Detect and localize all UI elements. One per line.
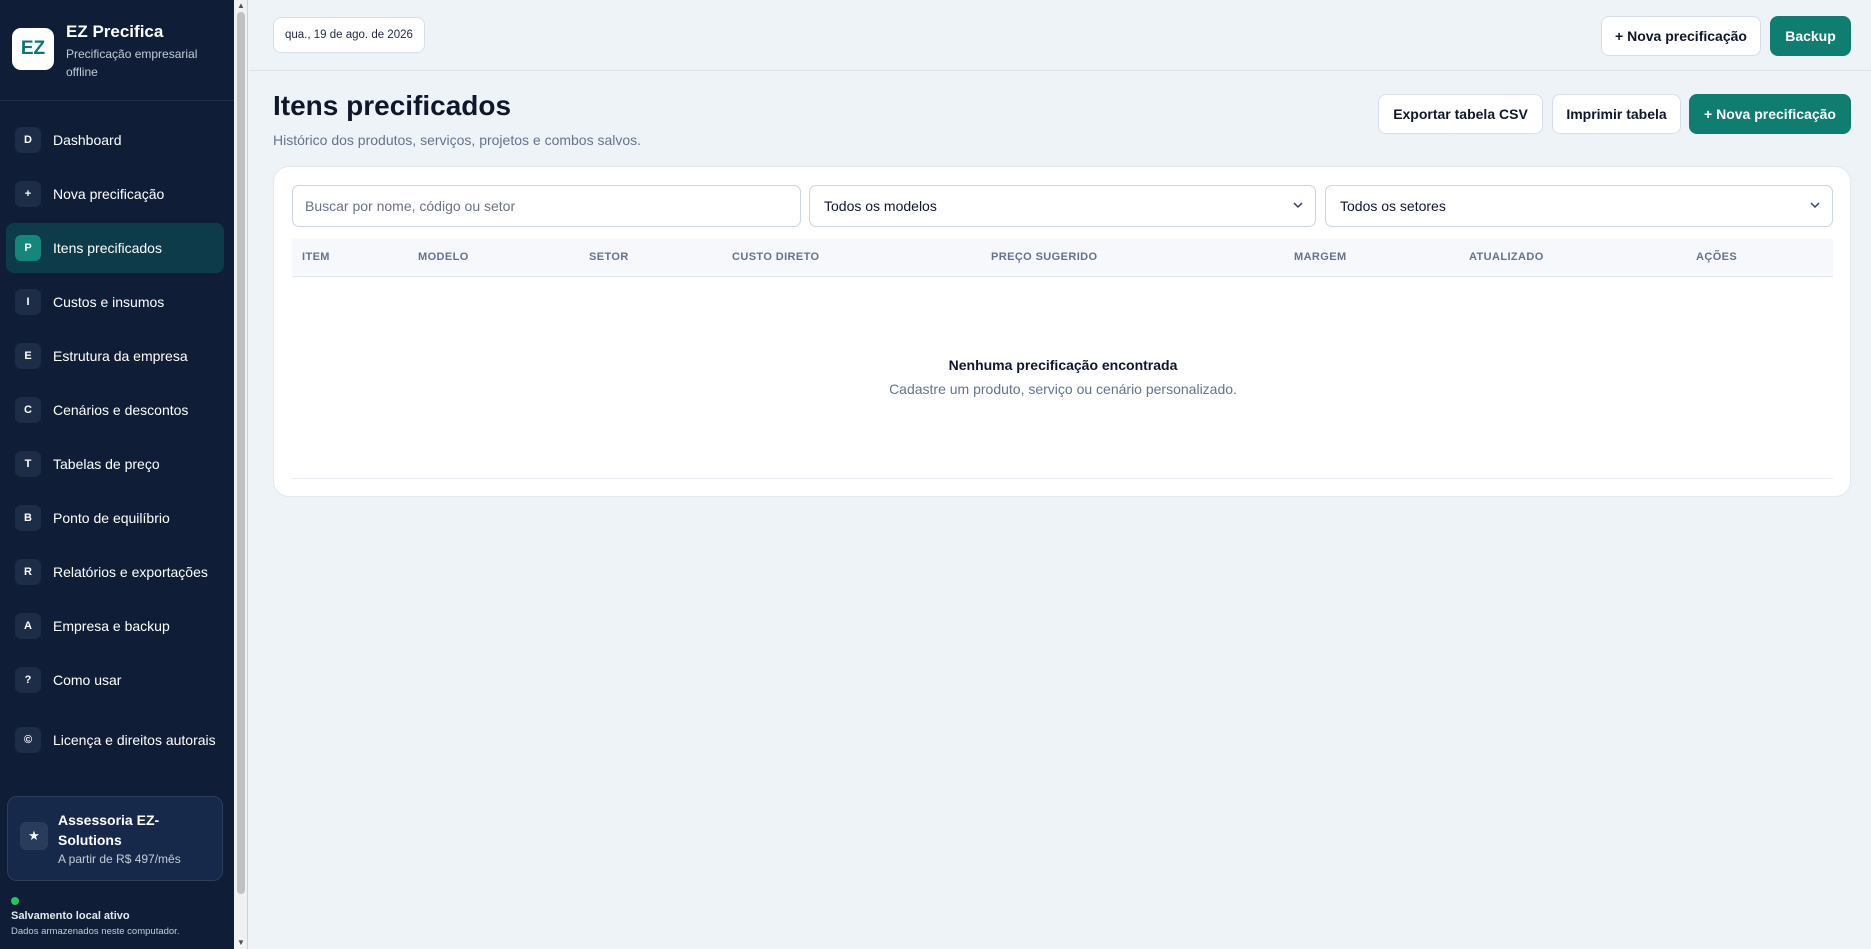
sidebar-item-label: Itens precificados bbox=[53, 240, 162, 256]
sidebar-item-label: Relatórios e exportações bbox=[53, 564, 208, 580]
sidebar-item-ponto-equilibrio[interactable]: B Ponto de equilíbrio bbox=[6, 493, 224, 543]
sidebar-item-licenca[interactable]: © Licença e direitos autorais bbox=[6, 715, 224, 765]
chevron-down-icon bbox=[1293, 202, 1303, 209]
column-header-acoes: AÇÕES bbox=[1696, 251, 1738, 263]
plus-icon: + bbox=[15, 181, 41, 207]
empty-state-title: Nenhuma precificação encontrada bbox=[948, 357, 1178, 373]
topbar: qua., 19 de ago. de 2026 + Nova precific… bbox=[249, 0, 1871, 71]
empty-state-subtitle: Cadastre um produto, serviço ou cenário … bbox=[889, 381, 1237, 397]
sidebar-item-label: Nova precificação bbox=[53, 186, 165, 202]
model-select[interactable]: Todos os modelos bbox=[809, 185, 1316, 227]
sidebar-item-estrutura-empresa[interactable]: E Estrutura da empresa bbox=[6, 331, 224, 381]
search-input[interactable] bbox=[292, 185, 801, 227]
break-even-icon: B bbox=[15, 505, 41, 531]
sidebar-item-custos-insumos[interactable]: I Custos e insumos bbox=[6, 277, 224, 327]
status-dot-icon bbox=[11, 897, 19, 905]
chevron-down-icon bbox=[1810, 202, 1820, 209]
promo-card[interactable]: ★ Assessoria EZ-Solutions A partir de R$… bbox=[7, 796, 223, 881]
sidebar: EZ EZ Precifica Precificação empresarial… bbox=[0, 0, 234, 949]
print-table-button[interactable]: Imprimir tabela bbox=[1552, 94, 1681, 134]
sidebar-item-label: Estrutura da empresa bbox=[53, 348, 188, 364]
sidebar-scrollbar[interactable]: ▲ ▼ bbox=[234, 0, 248, 949]
model-select-value: Todos os modelos bbox=[824, 198, 937, 214]
brand-title: EZ Precifica bbox=[66, 22, 164, 41]
column-header-modelo[interactable]: MODELO bbox=[418, 251, 469, 263]
sector-select-value: Todos os setores bbox=[1340, 198, 1446, 214]
items-card: Todos os modelos Todos os setores ITEM M… bbox=[273, 166, 1851, 497]
reports-icon: R bbox=[15, 559, 41, 585]
items-icon: P bbox=[15, 235, 41, 261]
brand: EZ EZ Precifica Precificação empresarial… bbox=[12, 22, 222, 82]
dashboard-icon: D bbox=[15, 127, 41, 153]
sidebar-item-itens-precificados[interactable]: P Itens precificados bbox=[6, 223, 224, 273]
sidebar-divider bbox=[0, 100, 234, 101]
scroll-up-arrow-icon[interactable]: ▲ bbox=[236, 1, 246, 11]
promo-price: A partir de R$ 497/mês bbox=[58, 852, 181, 866]
table-header: ITEM MODELO SETOR CUSTO DIRETO PREÇO SUG… bbox=[292, 239, 1833, 277]
brand-logo: EZ bbox=[12, 28, 54, 70]
save-status-title: Salvamento local ativo bbox=[11, 910, 130, 922]
column-header-atualizado[interactable]: ATUALIZADO bbox=[1469, 251, 1544, 263]
column-header-item[interactable]: ITEM bbox=[302, 251, 330, 263]
company-icon: A bbox=[15, 613, 41, 639]
scenarios-icon: C bbox=[15, 397, 41, 423]
sidebar-item-label: Custos e insumos bbox=[53, 294, 165, 310]
sector-select[interactable]: Todos os setores bbox=[1325, 185, 1833, 227]
sidebar-item-label: Licença e direitos autorais bbox=[53, 732, 216, 748]
star-icon: ★ bbox=[20, 822, 48, 850]
sidebar-item-label: Empresa e backup bbox=[53, 618, 170, 634]
column-header-preco-sugerido[interactable]: PREÇO SUGERIDO bbox=[991, 251, 1097, 263]
page-subtitle: Histórico dos produtos, serviços, projet… bbox=[273, 132, 642, 148]
brand-subtitle: Precificação empresarial offline bbox=[66, 47, 198, 79]
date-chip: qua., 19 de ago. de 2026 bbox=[273, 17, 425, 53]
costs-icon: I bbox=[15, 289, 41, 315]
new-pricing-button[interactable]: + Nova precificação bbox=[1689, 94, 1851, 134]
sidebar-item-label: Dashboard bbox=[53, 132, 122, 148]
column-header-setor[interactable]: SETOR bbox=[589, 251, 629, 263]
column-header-custo-direto[interactable]: CUSTO DIRETO bbox=[732, 251, 820, 263]
page-title: Itens precificados bbox=[273, 90, 512, 121]
copyright-icon: © bbox=[15, 727, 41, 753]
sidebar-item-relatorios[interactable]: R Relatórios e exportações bbox=[6, 547, 224, 597]
sidebar-item-empresa-backup[interactable]: A Empresa e backup bbox=[6, 601, 224, 651]
save-status-subtitle: Dados armazenados neste computador. bbox=[11, 926, 180, 937]
topbar-new-pricing-button[interactable]: + Nova precificação bbox=[1601, 16, 1761, 56]
promo-title: Assessoria EZ-Solutions bbox=[58, 812, 160, 848]
sidebar-item-como-usar[interactable]: ? Como usar bbox=[6, 655, 224, 705]
price-tables-icon: T bbox=[15, 451, 41, 477]
sidebar-item-tabelas-preco[interactable]: T Tabelas de preço bbox=[6, 439, 224, 489]
sidebar-item-dashboard[interactable]: D Dashboard bbox=[6, 115, 224, 165]
sidebar-item-nova-precificacao[interactable]: + Nova precificação bbox=[6, 169, 224, 219]
backup-button[interactable]: Backup bbox=[1770, 16, 1851, 56]
sidebar-item-label: Como usar bbox=[53, 672, 122, 688]
table-bottom-divider bbox=[292, 478, 1833, 479]
sidebar-item-label: Cenários e descontos bbox=[53, 402, 189, 418]
help-icon: ? bbox=[15, 667, 41, 693]
sidebar-item-label: Ponto de equilíbrio bbox=[53, 510, 170, 526]
structure-icon: E bbox=[15, 343, 41, 369]
scrollbar-thumb[interactable] bbox=[237, 12, 245, 894]
sidebar-item-cenarios-descontos[interactable]: C Cenários e descontos bbox=[6, 385, 224, 435]
sidebar-item-label: Tabelas de preço bbox=[53, 456, 160, 472]
export-csv-button[interactable]: Exportar tabela CSV bbox=[1378, 94, 1543, 134]
scroll-down-arrow-icon[interactable]: ▼ bbox=[236, 938, 246, 948]
column-header-margem[interactable]: MARGEM bbox=[1294, 251, 1347, 263]
